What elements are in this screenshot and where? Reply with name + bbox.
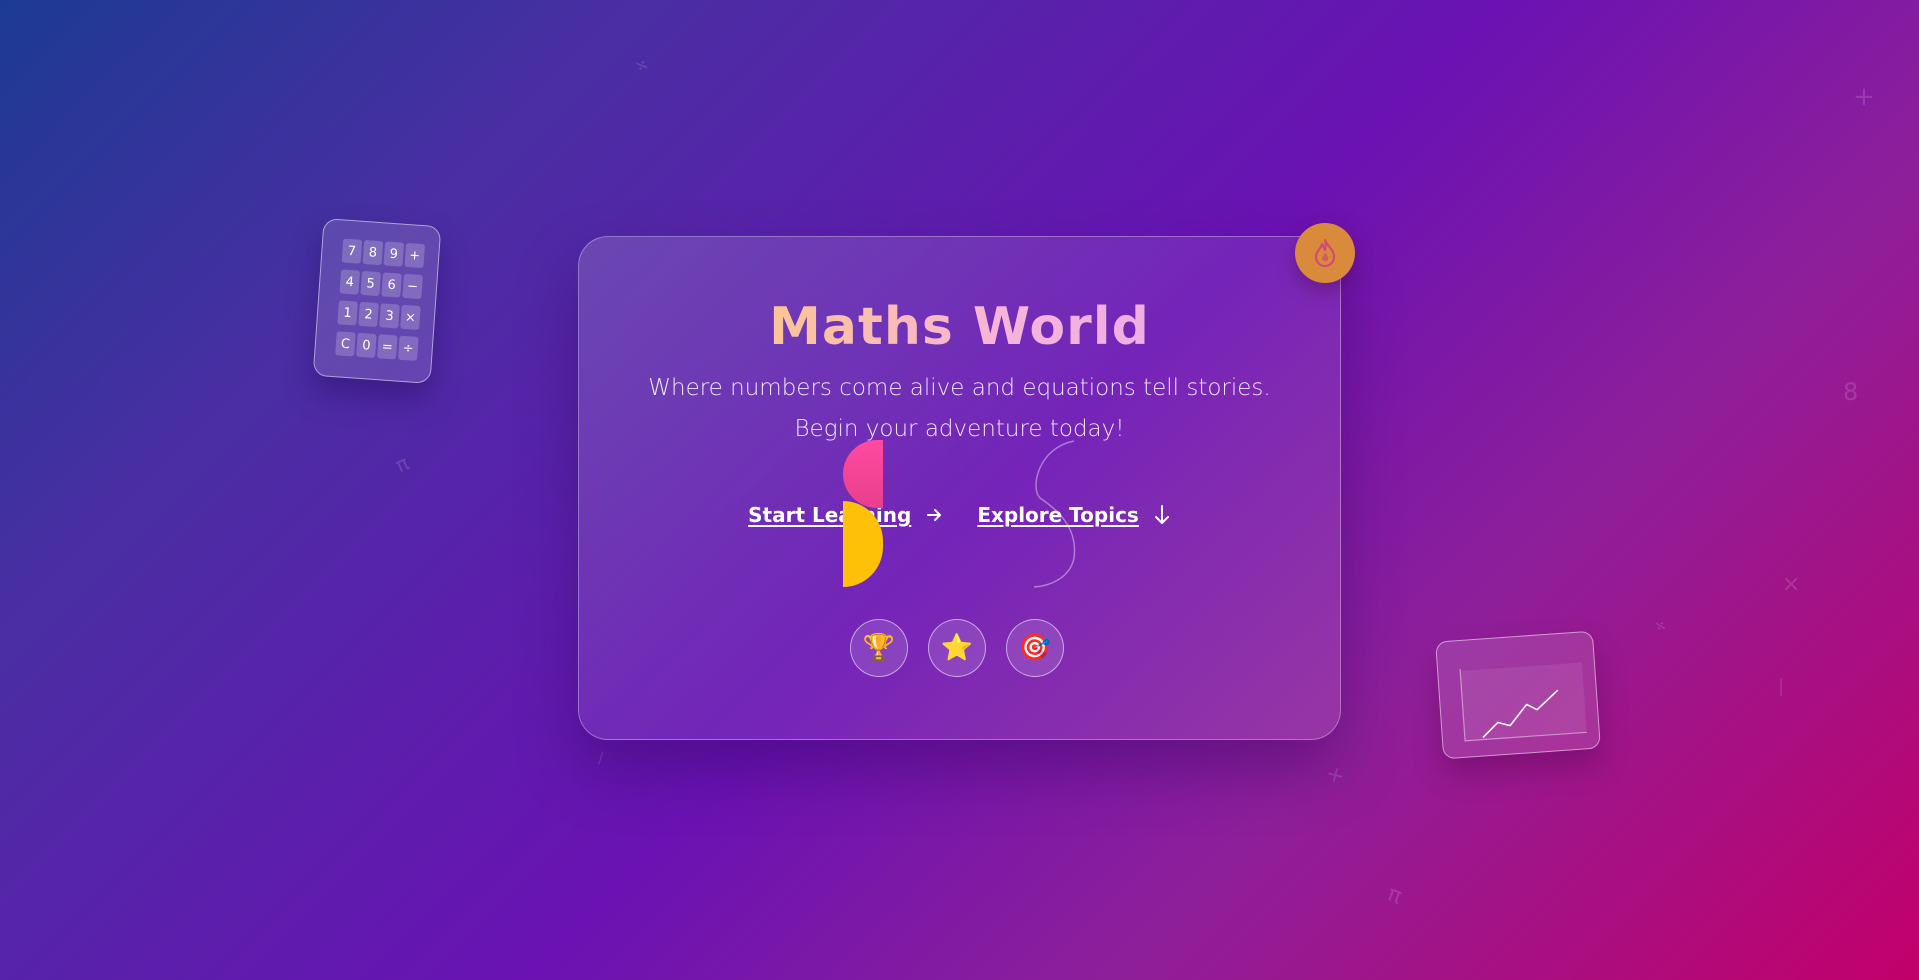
fire-badge: [1295, 223, 1355, 283]
calculator-key: ÷: [397, 335, 419, 361]
page-title: Maths World: [579, 297, 1340, 357]
pi-symbol-decoration: π: [391, 450, 413, 478]
bar-symbol-decoration: |: [1778, 676, 1785, 697]
calculator-key: 4: [339, 269, 361, 295]
calculator-key: 2: [358, 301, 379, 328]
divide-symbol-decoration: ÷: [630, 53, 653, 78]
calculator-key: =: [377, 334, 398, 360]
arc-decoration: [1033, 440, 1076, 588]
slash-symbol-decoration: /: [598, 748, 604, 767]
arrow-right-icon: [925, 506, 943, 524]
times-symbol-decoration: ×: [1782, 572, 1801, 597]
calculator-key: ×: [400, 304, 421, 331]
star-icon: ⭐: [940, 633, 974, 663]
trophy-achievement[interactable]: 🏆: [850, 619, 908, 677]
calculator-keypad: 7 8 9 +4 5 6− 1 2 3 × C 0 = ÷: [335, 238, 427, 361]
divide-symbol-decoration: ÷: [1650, 613, 1672, 638]
calculator-key: −: [402, 273, 423, 300]
star-achievement[interactable]: ⭐: [928, 619, 986, 677]
cta-row: Start Learning Explore Topics: [579, 503, 1340, 527]
target-achievement[interactable]: 🎯: [1006, 619, 1064, 677]
target-icon: 🎯: [1018, 633, 1052, 663]
calculator-key: 7: [341, 238, 363, 264]
eight-symbol-decoration: 8: [1843, 378, 1859, 406]
calculator-key: 5: [360, 270, 382, 297]
plus-symbol-decoration: +: [1323, 761, 1348, 790]
line-chart-card: [1435, 630, 1601, 760]
chart-graphic: [1459, 662, 1587, 742]
hero-subtitle: Where numbers come alive and equations t…: [648, 375, 1271, 442]
calculator-key: +: [404, 242, 426, 269]
calculator-key: 1: [337, 300, 358, 326]
achievements-row: 🏆 ⭐ 🎯: [850, 619, 1064, 677]
calculator-key: 0: [356, 332, 377, 359]
start-learning-label: Start Learning: [748, 503, 912, 527]
calculator-key: 3: [379, 303, 400, 329]
calculator-key: 9: [383, 241, 405, 267]
trophy-icon: 🏆: [862, 633, 896, 663]
arrow-down-icon: [1153, 504, 1171, 526]
pi-symbol-decoration: π: [1384, 881, 1406, 910]
chart-plot-area: [1460, 662, 1587, 741]
calculator-key: 6: [381, 272, 402, 298]
fire-icon: [1314, 238, 1336, 268]
calculator-card: 7 8 9 +4 5 6− 1 2 3 × C 0 = ÷: [312, 218, 442, 384]
calculator-key: C: [335, 331, 356, 357]
calculator-key: 8: [362, 239, 384, 266]
plus-symbol-decoration: +: [1853, 82, 1875, 112]
